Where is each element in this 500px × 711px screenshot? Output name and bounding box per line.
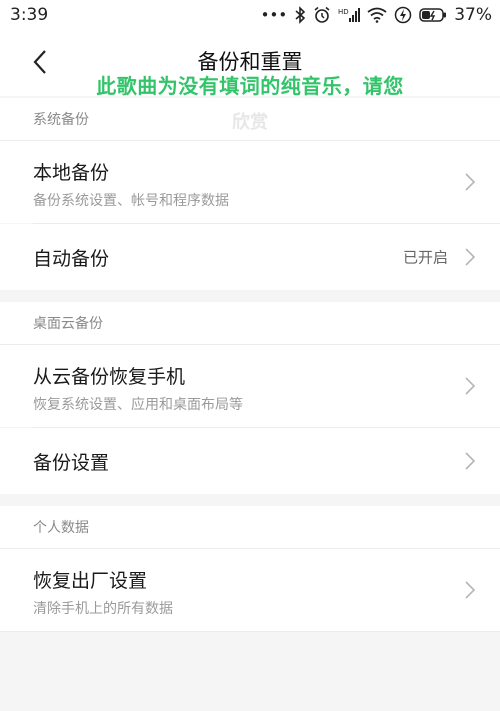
power-saving-icon <box>394 6 412 24</box>
section-header-label: 桌面云备份 <box>33 316 103 332</box>
section-header-personal-data: 个人数据 <box>0 506 500 548</box>
restore-from-cloud-item[interactable]: 从云备份恢复手机 恢复系统设置、应用和桌面布局等 <box>0 345 500 427</box>
hd-label: HD <box>338 8 349 16</box>
bluetooth-icon <box>294 6 306 24</box>
divider <box>0 631 500 632</box>
item-title: 本地备份 <box>33 162 110 184</box>
factory-reset-item[interactable]: 恢复出厂设置 清除手机上的所有数据 <box>0 549 500 631</box>
battery-percent: 37% <box>454 5 492 25</box>
more-dots-icon: ••• <box>260 6 288 24</box>
chevron-right-icon <box>465 452 476 470</box>
item-subtitle: 恢复系统设置、应用和桌面布局等 <box>33 397 243 413</box>
floating-lyric-line2: 欣赏 <box>232 112 268 133</box>
auto-backup-item[interactable]: 自动备份 已开启 <box>0 224 500 290</box>
floating-lyric-line1: 此歌曲为没有填词的纯音乐，请您 <box>96 74 404 98</box>
chevron-right-icon <box>465 581 476 599</box>
local-backup-item[interactable]: 本地备份 备份系统设置、帐号和程序数据 <box>0 141 500 223</box>
signal-icon: HD <box>338 6 361 24</box>
auto-backup-status: 已开启 <box>402 248 448 267</box>
section-header-cloud-backup: 桌面云备份 <box>0 302 500 344</box>
battery-icon <box>419 7 447 23</box>
status-time: 3:39 <box>10 5 49 25</box>
status-bar: 3:39 ••• HD 37% <box>0 0 500 30</box>
item-title: 从云备份恢复手机 <box>33 366 186 388</box>
section-header-label: 个人数据 <box>33 520 89 536</box>
status-icons: ••• HD 37% <box>261 5 492 25</box>
chevron-right-icon <box>465 248 476 266</box>
item-subtitle: 备份系统设置、帐号和程序数据 <box>33 193 229 209</box>
item-title: 备份设置 <box>33 451 110 474</box>
item-title: 恢复出厂设置 <box>33 570 148 592</box>
item-title: 自动备份 <box>33 247 110 270</box>
chevron-right-icon <box>465 173 476 191</box>
backup-settings-item[interactable]: 备份设置 <box>0 428 500 494</box>
item-subtitle: 清除手机上的所有数据 <box>33 601 173 617</box>
wifi-icon <box>367 7 387 23</box>
chevron-right-icon <box>465 377 476 395</box>
alarm-icon <box>313 6 331 24</box>
